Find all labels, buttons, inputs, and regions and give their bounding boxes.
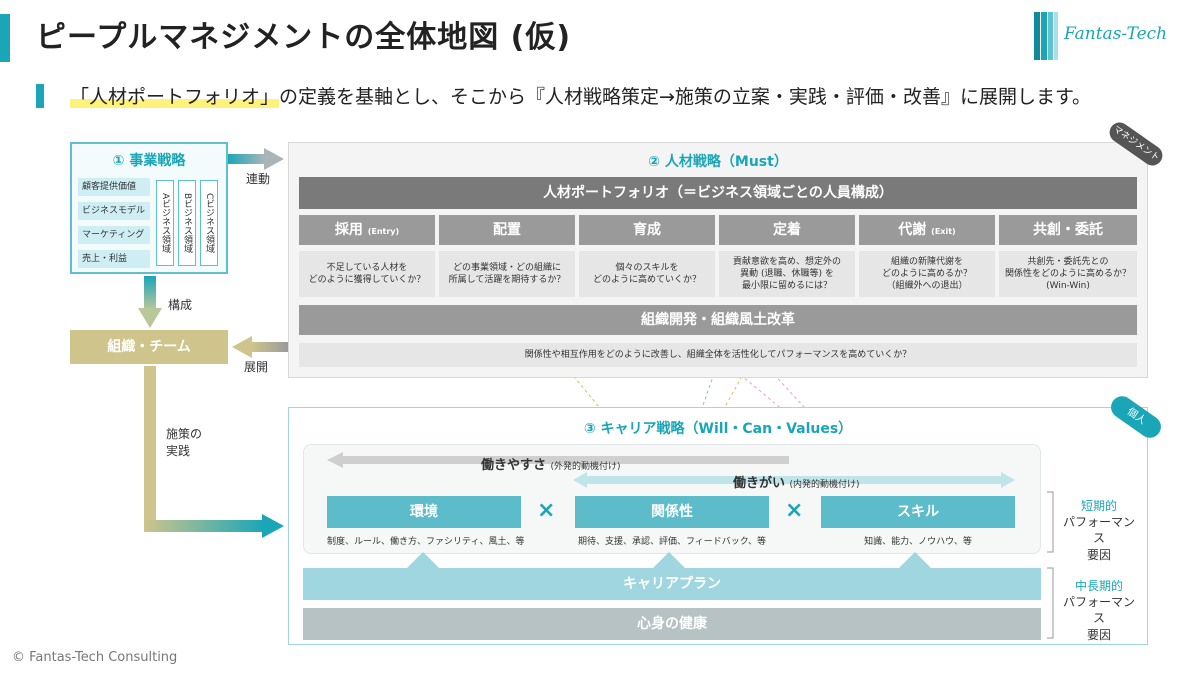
function-label: 共創・委託: [1033, 222, 1103, 238]
function-question: 不足している人材を どのように獲得していくか？: [299, 251, 435, 297]
function-question: どの事業領域・どの組織に 所属して活躍を期待するか？: [439, 251, 575, 297]
worth-label-sub: (内発的動機付け): [789, 480, 860, 490]
business-strategy-title: ① 事業戦略: [112, 153, 186, 169]
function-label: 配置: [493, 222, 521, 238]
multiply-icon: ×: [537, 498, 556, 523]
function-question: 組織の新陳代謝を どのように高めるか？ （組織外への退出）: [859, 251, 995, 297]
business-item: 顧客提供価値: [78, 178, 150, 196]
business-item: 売上・利益: [78, 250, 150, 268]
function-exit: 代謝 (Exit): [859, 215, 995, 245]
short-term-rest: パフォーマンス 要因: [1062, 515, 1135, 562]
talent-portfolio-bar: 人材ポートフォリオ（＝ビジネス領域ごとの人員構成）: [299, 177, 1137, 209]
function-sub: (Exit): [931, 227, 956, 236]
function-development: 育成: [579, 215, 715, 245]
org-development-question: 関係性や相互作用をどのように改善し、組織全体を活性化してパフォーマンスを高めてい…: [299, 343, 1137, 367]
question-text: 不足している人材を どのように獲得していくか？: [308, 262, 426, 285]
deploy-label: 展開: [244, 360, 269, 374]
function-label: 育成: [633, 222, 661, 238]
worth-label: 働きがい (内発的動機付け): [733, 472, 860, 491]
deploy-arrow: [232, 336, 288, 358]
link-arrow: [228, 148, 284, 170]
business-strategy-box: ① 事業戦略 顧客提供価値 ビジネスモデル マーケティング 売上・利益 Aビジネ…: [70, 142, 228, 274]
multiply-icon: ×: [785, 498, 804, 523]
business-item: ビジネスモデル: [78, 202, 150, 220]
factor-relationship: 関係性: [575, 496, 769, 528]
org-development-bar: 組織開発・組織風土改革: [299, 305, 1137, 335]
short-term-bracket: [1047, 491, 1054, 553]
function-label: 採用: [334, 222, 363, 238]
function-cocreation: 共創・委託: [999, 215, 1137, 245]
factor-skill: スキル: [821, 496, 1015, 528]
business-domain: Aビジネス領域: [156, 180, 174, 266]
compose-arrow: [138, 276, 162, 328]
factor-relationship-sub: 期待、支援、承認、評価、フィードバック、等: [577, 537, 766, 547]
long-term-bracket: [1047, 567, 1054, 639]
function-label: 代謝: [898, 222, 927, 238]
career-strategy-panel: ③ キャリア戦略（Will・Can・Values） 働きやすさ (外発的動機付け…: [288, 407, 1148, 645]
question-text: 関係性や相互作用をどのように改善し、組織全体を活性化してパフォーマンスを高めてい…: [524, 349, 912, 360]
footer-copyright: © Fantas-Tech Consulting: [12, 650, 178, 665]
question-text: 組織の新陳代謝を どのように高めるか？ （組織外への退出）: [881, 256, 972, 292]
short-term-label: 短期的パフォーマンス 要因: [1059, 498, 1139, 563]
function-retention: 定着: [719, 215, 855, 245]
hr-strategy-title: ② 人材戦略（Must）: [648, 154, 788, 170]
function-sub: (Entry): [367, 227, 400, 236]
ease-label-text: 働きやすさ: [481, 458, 547, 473]
long-term-label: 中長期的パフォーマンス 要因: [1059, 578, 1139, 643]
short-term-accent: 短期的: [1080, 499, 1117, 513]
career-plan-bar: キャリアプラン: [303, 568, 1041, 600]
function-entry: 採用 (Entry): [299, 215, 435, 245]
compose-label: 構成: [168, 298, 193, 312]
execute-arrow: [144, 366, 284, 538]
business-domain: Bビジネス領域: [178, 180, 196, 266]
question-text: 貢献意欲を高め、想定外の 異動 (退職、休職等) を 最小限に留めるには？: [732, 256, 841, 292]
ease-label-sub: (外発的動機付け): [550, 462, 621, 472]
function-placement: 配置: [439, 215, 575, 245]
org-team-box: 組織・チーム: [70, 330, 228, 364]
function-question: 共創先・委託先との 関係性をどのように高めるか？ (Win-Win): [999, 251, 1137, 297]
function-label: 定着: [773, 222, 801, 238]
question-text: どの事業領域・どの組織に 所属して活躍を期待するか？: [448, 262, 566, 285]
factor-skill-sub: 知識、能力、ノウハウ、等: [864, 537, 972, 547]
business-domain: Cビジネス領域: [200, 180, 218, 266]
factor-environment-sub: 制度、ルール、働き方、ファシリティ、風土、等: [327, 537, 525, 547]
business-item: マーケティング: [78, 226, 150, 244]
link-label: 連動: [246, 172, 271, 186]
health-bar: 心身の健康: [303, 608, 1041, 640]
function-question: 個々のスキルを どのように高めていくか？: [579, 251, 715, 297]
worth-label-text: 働きがい: [733, 476, 786, 491]
function-question: 貢献意欲を高め、想定外の 異動 (退職、休職等) を 最小限に留めるには？: [719, 251, 855, 297]
factor-environment: 環境: [327, 496, 521, 528]
question-text: 個々のスキルを どのように高めていくか？: [592, 262, 701, 285]
long-term-rest: パフォーマンス 要因: [1062, 595, 1135, 642]
career-plan-pointers: [407, 552, 931, 568]
question-text: 共創先・委託先との 関係性をどのように高めるか？ (Win-Win): [1004, 256, 1131, 292]
ease-label: 働きやすさ (外発的動機付け): [481, 454, 621, 473]
long-term-accent: 中長期的: [1074, 579, 1123, 593]
hr-strategy-panel: ② 人材戦略（Must） 人材ポートフォリオ（＝ビジネス領域ごとの人員構成） 採…: [288, 142, 1148, 378]
execute-label: 施策の 実践: [166, 427, 203, 458]
